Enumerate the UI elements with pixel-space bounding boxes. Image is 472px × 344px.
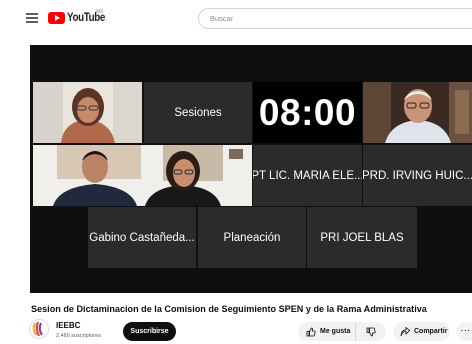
dislike-icon	[366, 327, 376, 336]
channel-avatar[interactable]	[29, 319, 49, 339]
tile-joel: PRI JOEL BLAS	[307, 207, 417, 268]
subscribe-button[interactable]: Suscribirse	[123, 322, 176, 341]
youtube-logo-icon	[48, 12, 65, 24]
tile-gabino: Gabino Castañeda...	[88, 207, 196, 268]
like-button[interactable]: Me gusta	[298, 322, 356, 341]
masthead: YouTube MX Buscar	[0, 0, 472, 38]
logo-country-code: MX	[96, 9, 104, 15]
channel-name[interactable]: IEEBC	[56, 321, 80, 330]
participant-video-pair	[33, 145, 252, 206]
like-icon	[306, 327, 316, 336]
share-label: Compartir	[414, 328, 448, 335]
share-button[interactable]: Compartir	[393, 322, 450, 341]
tile-irving: PRD. IRVING HUIC...	[363, 145, 472, 206]
menu-icon[interactable]	[26, 13, 38, 23]
participant-video-man-1	[363, 82, 472, 143]
subscriber-count: 2,460 suscriptores	[56, 333, 101, 339]
countdown-timer: 08:00	[258, 91, 357, 133]
tile-sesiones: Sesiones	[144, 82, 252, 143]
tile-planeacion: Planeación	[198, 207, 306, 268]
video-title: Sesion de Dictaminacion de la Comision d…	[31, 304, 427, 314]
tile-maria: PT LIC. MARIA ELE...	[253, 145, 362, 206]
tile-timer: 08:00	[253, 82, 362, 143]
dislike-button[interactable]	[356, 322, 386, 341]
search-input[interactable]: Buscar	[198, 8, 472, 29]
like-label: Me gusta	[320, 328, 351, 335]
video-player[interactable]: Sesiones 08:00 PT LIC. MARIA ELE... PRD.…	[30, 45, 472, 293]
more-actions-button[interactable]: ···	[456, 322, 472, 341]
search-placeholder: Buscar	[210, 14, 234, 23]
share-icon	[400, 326, 410, 336]
like-dislike-group: Me gusta	[298, 322, 386, 341]
participant-video-woman-1	[33, 82, 142, 143]
